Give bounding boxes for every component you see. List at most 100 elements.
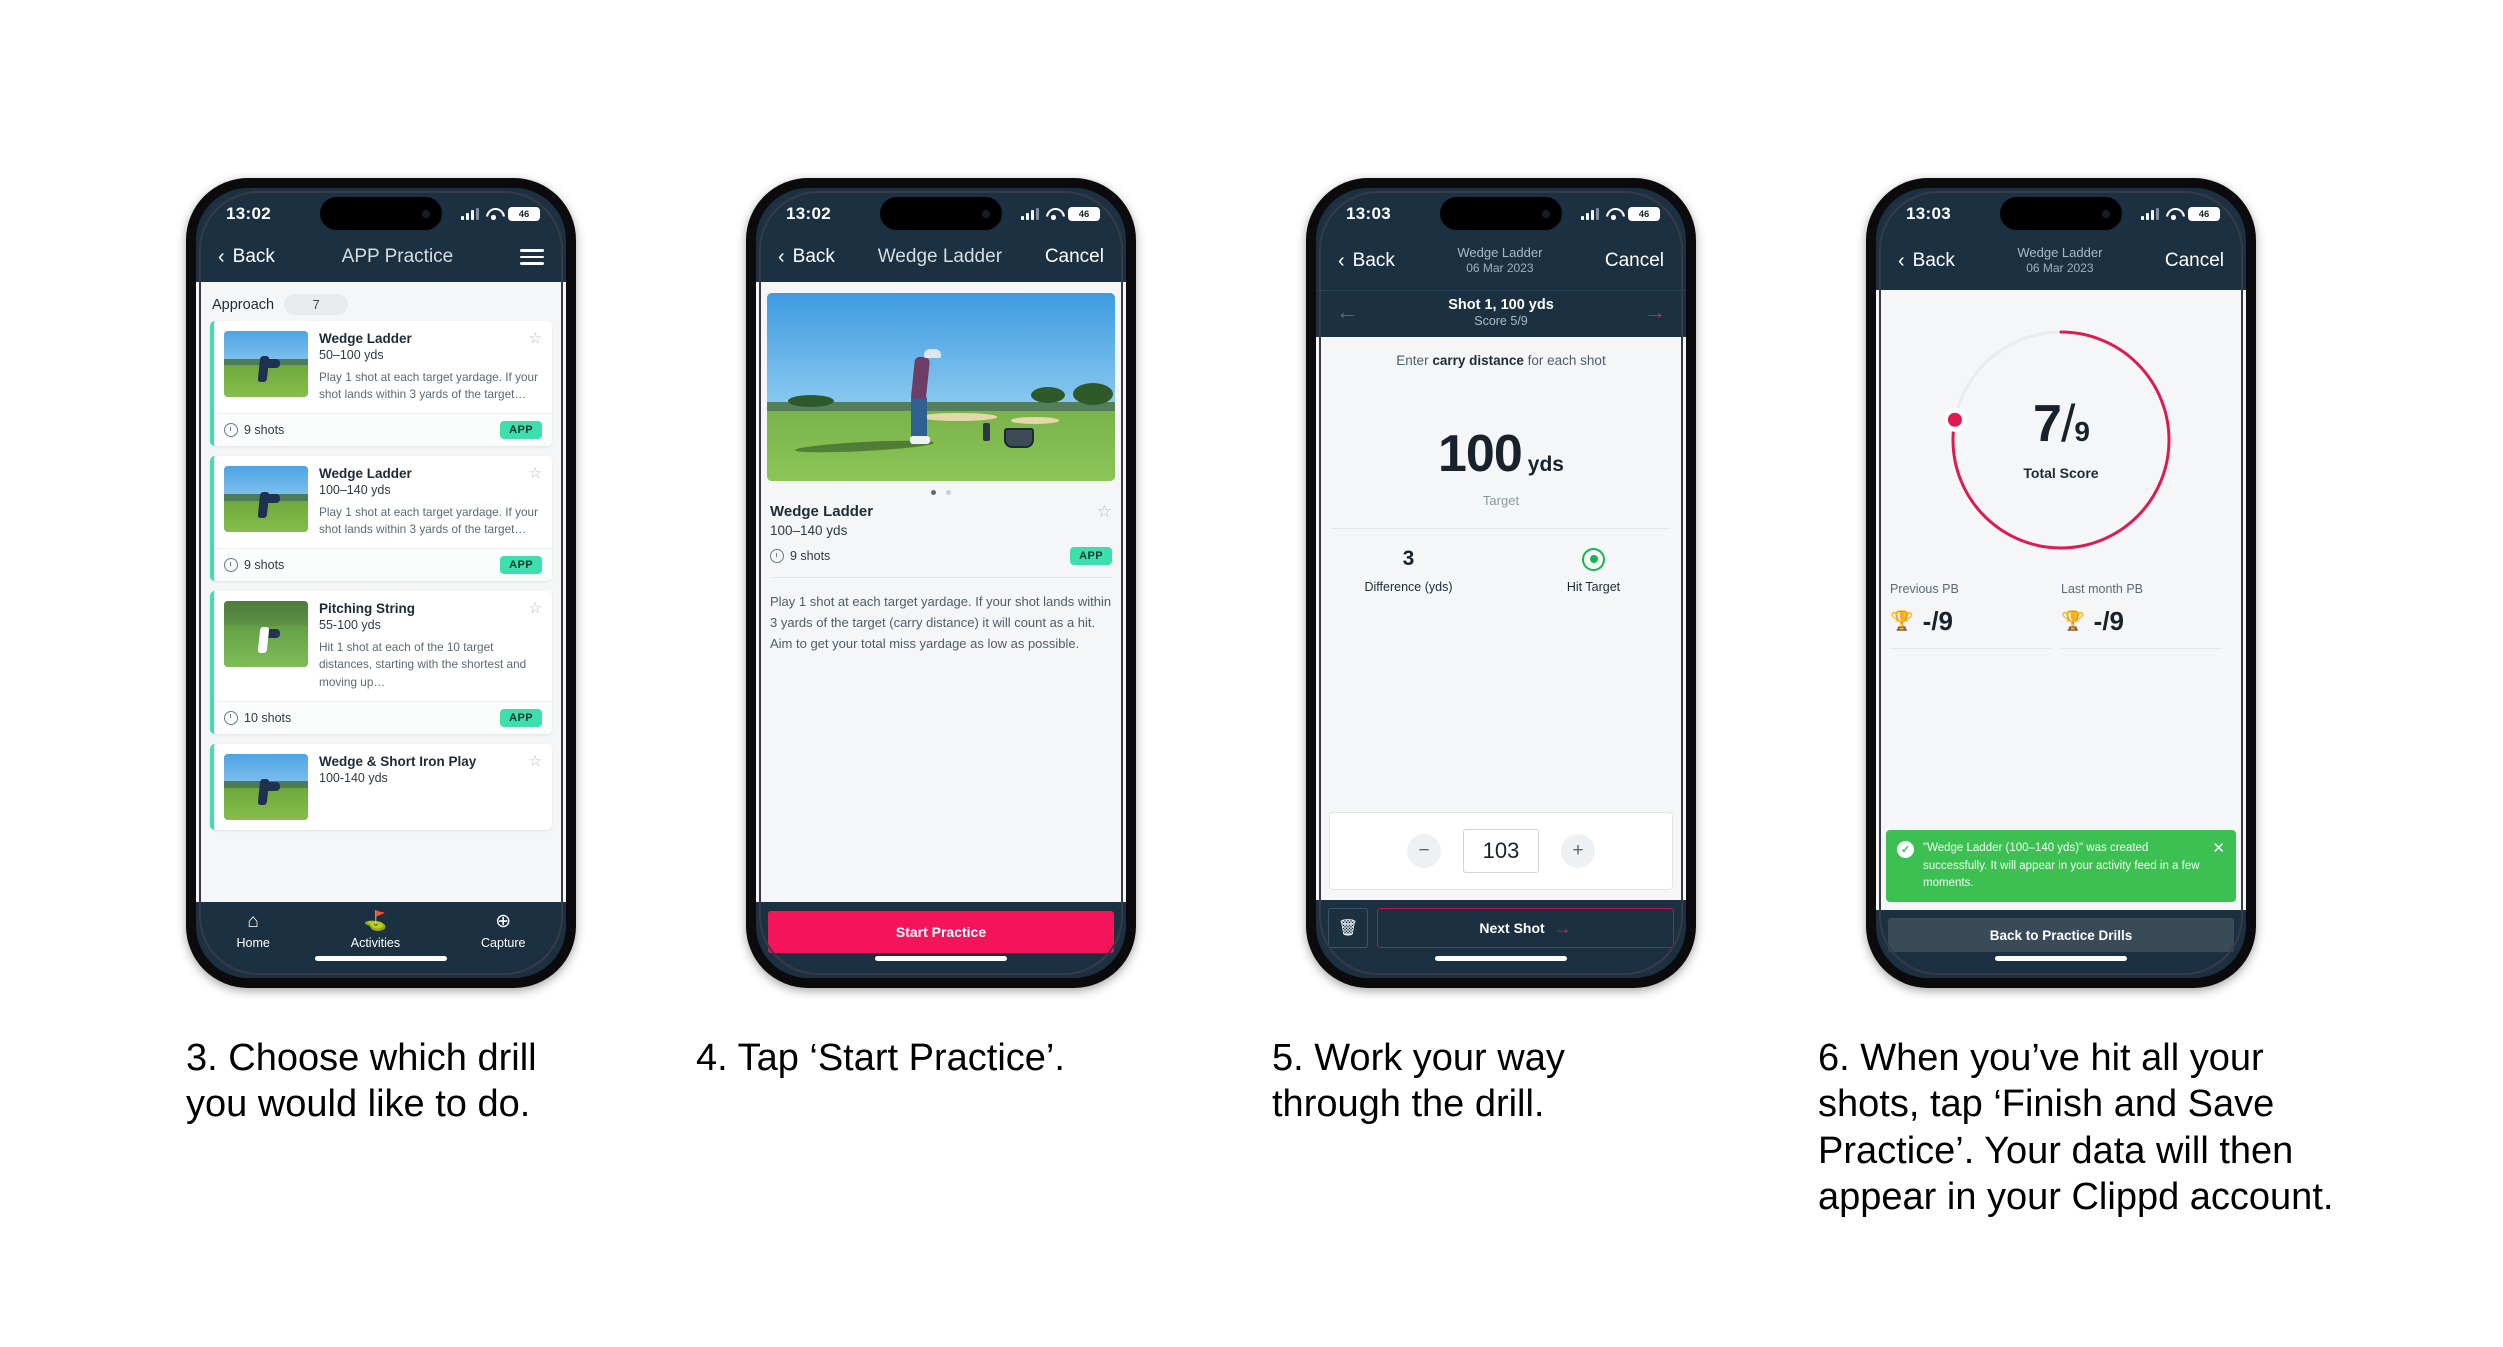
trash-icon[interactable]: 🗑 [1328,908,1368,948]
page-title-date: 06 Mar 2023 [1466,260,1534,275]
nav-bar: ‹ Back Wedge Ladder 06 Mar 2023 Cancel [1316,240,1686,290]
close-icon[interactable]: ✕ [2212,841,2225,856]
back-button[interactable]: ‹ Back [1338,250,1395,272]
back-label: Back [1912,249,1955,271]
stat-hit-target: Hit Target [1501,547,1686,594]
next-shot-label: Next Shot [1479,920,1545,936]
clock-icon [224,558,238,573]
home-indicator [1316,956,1686,978]
status-bar: 13:03 46 [1876,188,2246,240]
check-circle-icon: ✓ [1897,841,1914,859]
page-title: Wedge Ladder 06 Mar 2023 [2017,245,2103,276]
caption-step-6: 6. When you’ve hit all your shots, tap ‘… [1818,1037,2334,1219]
drill-range: 55-100 yds [319,618,381,633]
drill-description: Play 1 shot at each target yardage. If y… [770,594,1112,652]
personal-bests: Previous PB 🏆 -/9 Last month PB 🏆 -/9 [1876,556,2246,649]
category-tag: APP [500,421,542,440]
wifi-icon [1046,208,1061,220]
drill-range: 50–100 yds [319,348,384,362]
pb-value: -/9 [2093,605,2125,636]
decrement-button[interactable]: − [1407,834,1441,868]
next-shot-button[interactable]: Next Shot → [1377,908,1674,948]
carousel-dots[interactable] [756,481,1126,499]
favourite-star-icon[interactable]: ☆ [529,601,542,616]
dynamic-island [1440,197,1562,230]
screen-content: Enter carry distance for each shot 100 yd… [1316,336,1686,900]
shot-count-label: 9 shots [244,558,285,573]
battery-indicator: 46 [1068,207,1100,221]
start-practice-button[interactable]: Start Practice [768,911,1114,953]
arrow-left-icon[interactable]: ← [1336,301,1358,323]
drill-range: 100-140 yds [319,770,388,785]
category-tag: APP [500,556,542,575]
favourite-star-icon[interactable]: ☆ [529,754,542,769]
back-button[interactable]: ‹ Back [778,246,835,268]
shot-title: Shot 1, 100 yds [1448,296,1554,313]
carousel-dot-active [931,490,936,495]
status-time: 13:03 [1906,204,1951,223]
target-label: Target [1482,492,1520,508]
chevron-left-icon: ‹ [218,246,225,268]
clock-icon [224,710,238,725]
list-item[interactable]: Wedge & Short Iron Play 100-140 yds ☆ [210,743,552,830]
dynamic-island [320,197,442,230]
favourite-star-icon[interactable]: ☆ [529,466,542,481]
wifi-icon [2166,208,2181,220]
entry-hint: Enter carry distance for each shot [1316,337,1686,368]
divider [2061,647,2222,649]
trophy-icon: 🏆 [1890,611,1914,633]
screen-content: 7/9 Total Score Previous PB 🏆 -/9 Last mo… [1876,289,2246,910]
tutorial-board: 13:02 46 ‹ Back APP Practice Approach 7 … [0,0,2503,1347]
drill-list: Wedge Ladder 50–100 yds ☆ Play 1 shot at… [196,321,566,830]
golf-flag-icon: ⛳ [363,911,388,932]
favourite-star-icon[interactable]: ☆ [1097,503,1112,520]
cancel-button[interactable]: Cancel [1605,250,1664,272]
back-label: Back [792,246,835,267]
sidebar-item-home[interactable]: ⌂ Home [236,912,269,950]
drill-thumbnail [224,331,308,397]
drill-range: 100–140 yds [319,483,391,498]
drill-description: Play 1 shot at each target yardage. If y… [319,505,539,537]
home-indicator [1876,956,2246,978]
page-title: Wedge Ladder [877,246,1003,268]
clock-icon [770,549,784,563]
filter-row[interactable]: Approach 7 [196,282,566,321]
score-numerator: 7 [2033,395,2062,454]
list-item[interactable]: Wedge Ladder 100–140 yds ☆ Play 1 shot a… [210,456,552,582]
cancel-button[interactable]: Cancel [2165,250,2224,272]
caption-step-5: 5. Work your way through the drill. [1272,1037,1565,1126]
drill-title: Pitching String [319,601,415,617]
status-bar: 13:02 46 [756,188,1126,240]
cancel-button[interactable]: Cancel [1045,246,1104,268]
pb-label: Last month PB [2061,581,2143,596]
hamburger-menu-icon[interactable] [519,249,544,265]
phone-4-summary: 13:03 46 ‹ Back Wedge Ladder 06 Mar 2023… [1866,178,2256,988]
carry-distance-input[interactable]: 103 [1463,829,1539,873]
dynamic-island [2000,197,2122,230]
difference-value: 3 [1402,546,1415,570]
dynamic-island [880,197,1002,230]
page-title-main: Wedge Ladder [2017,245,2103,260]
list-item[interactable]: Pitching String 55-100 yds ☆ Hit 1 shot … [210,591,552,734]
drill-title: Wedge Ladder [319,466,412,482]
battery-indicator: 46 [2188,207,2220,221]
back-to-practice-drills-button[interactable]: Back to Practice Drills [1888,918,2234,952]
back-button[interactable]: ‹ Back [1898,250,1955,272]
stat-difference: 3 Difference (yds) [1316,547,1501,594]
tab-label: Home [236,936,270,950]
clock-icon [224,423,238,438]
last-month-pb: Last month PB 🏆 -/9 [2061,582,2232,649]
sidebar-item-capture[interactable]: ⊕ Capture [481,912,525,950]
quantity-stepper[interactable]: − 103 + [1329,812,1673,890]
back-button[interactable]: ‹ Back [218,246,275,268]
shot-count: 9 shots [224,423,284,438]
drill-title: Wedge Ladder [770,503,874,520]
increment-button[interactable]: + [1561,834,1595,868]
arrow-right-icon[interactable]: → [1644,301,1666,323]
sidebar-item-activities[interactable]: ⛳ Activities [351,912,400,950]
list-item[interactable]: Wedge Ladder 50–100 yds ☆ Play 1 shot at… [210,321,552,447]
battery-indicator: 46 [1628,207,1660,221]
favourite-star-icon[interactable]: ☆ [529,331,542,346]
total-score-value: 7/9 [2033,395,2090,454]
bottom-tab-bar: ⌂ Home ⛳ Activities ⊕ Capture [196,902,566,956]
